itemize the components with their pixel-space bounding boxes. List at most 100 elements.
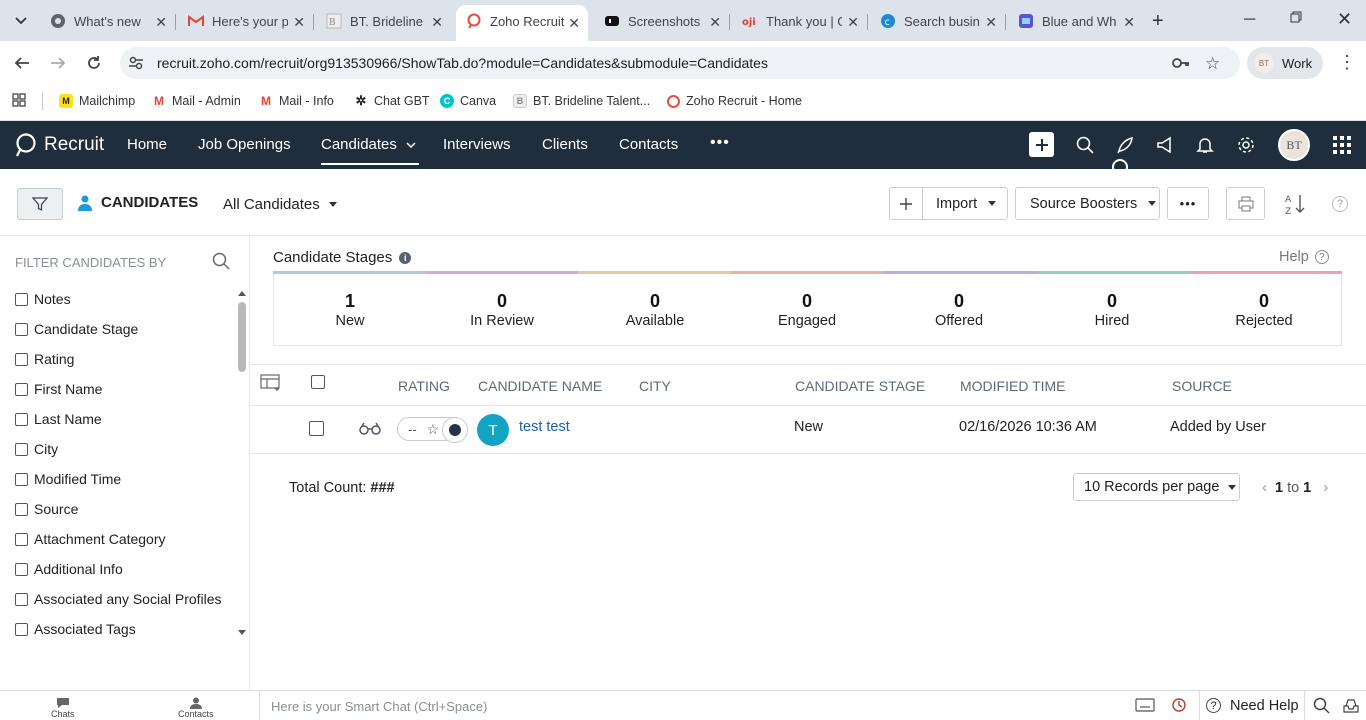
- status-dot-icon[interactable]: [442, 417, 468, 443]
- sidebar-scrollbar[interactable]: [236, 288, 248, 640]
- column-candidate-name[interactable]: CANDIDATE NAME: [478, 378, 602, 394]
- smart-chat-input[interactable]: Here is your Smart Chat (Ctrl+Space): [271, 699, 487, 714]
- filter-item[interactable]: Notes: [15, 290, 71, 308]
- column-settings-icon[interactable]: [260, 373, 282, 391]
- stage-new[interactable]: 1 New: [290, 291, 410, 329]
- url-text[interactable]: recruit.zoho.com/recruit/org913530966/Sh…: [157, 55, 768, 71]
- filter-item[interactable]: Associated any Social Profiles: [15, 590, 222, 608]
- checkbox[interactable]: [15, 322, 28, 336]
- checkbox[interactable]: [15, 532, 28, 546]
- filter-item[interactable]: City: [15, 440, 58, 458]
- close-icon[interactable]: ✕: [155, 14, 167, 31]
- chats-button[interactable]: Chats: [51, 697, 75, 719]
- close-icon[interactable]: ✕: [293, 14, 305, 31]
- stage-engaged[interactable]: 0 Engaged: [747, 291, 867, 329]
- new-tab-button[interactable]: +: [1152, 10, 1164, 33]
- user-avatar[interactable]: BT: [1278, 129, 1310, 161]
- bell-icon[interactable]: [1195, 135, 1215, 155]
- forward-button[interactable]: [47, 52, 69, 74]
- bookmark-chat-gbt[interactable]: ✲ Chat GBT: [354, 92, 430, 110]
- close-icon[interactable]: ✕: [847, 14, 859, 31]
- filter-item[interactable]: Modified Time: [15, 470, 121, 488]
- nav-interviews[interactable]: Interviews: [443, 136, 511, 153]
- column-city[interactable]: CITY: [639, 378, 671, 394]
- filter-search-icon[interactable]: [212, 252, 230, 270]
- nav-more-icon[interactable]: •••: [710, 134, 730, 152]
- help-question-icon[interactable]: ?: [1332, 196, 1348, 212]
- restore-button[interactable]: [1290, 11, 1302, 23]
- announcement-icon[interactable]: [1155, 135, 1175, 155]
- nav-home[interactable]: Home: [127, 136, 167, 153]
- footer-search-icon[interactable]: [1313, 697, 1330, 714]
- browser-menu-icon[interactable]: ⋮: [1338, 53, 1356, 71]
- filter-item[interactable]: Additional Info: [15, 560, 123, 578]
- binoculars-icon[interactable]: [359, 422, 381, 436]
- browser-tab[interactable]: B BT. Brideline ✕: [316, 6, 451, 36]
- nav-contacts[interactable]: Contacts: [619, 136, 678, 153]
- browser-tab[interactable]: What's new ✕: [40, 6, 176, 36]
- checkbox[interactable]: [15, 352, 28, 366]
- info-icon[interactable]: i: [399, 251, 412, 264]
- footer-tray-icon[interactable]: [1343, 698, 1359, 713]
- stage-offered[interactable]: 0 Offered: [899, 291, 1019, 329]
- records-per-page-select[interactable]: 10 Records per page: [1073, 473, 1240, 501]
- column-source[interactable]: SOURCE: [1172, 378, 1232, 394]
- browser-tab[interactable]: oji Thank you | G ✕: [732, 6, 868, 36]
- checkbox[interactable]: [15, 502, 28, 516]
- star-icon[interactable]: ☆: [427, 421, 440, 438]
- bookmark-canva[interactable]: C Canva: [440, 92, 496, 110]
- filter-item[interactable]: Candidate Stage: [15, 320, 138, 338]
- close-icon[interactable]: ✕: [431, 14, 443, 31]
- candidate-name-link[interactable]: test test: [519, 419, 570, 435]
- nav-candidates[interactable]: Candidates: [321, 136, 419, 165]
- bookmark-star-icon[interactable]: ☆: [1205, 54, 1220, 74]
- filter-item[interactable]: Attachment Category: [15, 530, 166, 548]
- stage-available[interactable]: 0 Available: [595, 291, 715, 329]
- browser-tab[interactable]: c Search busin ✕: [870, 6, 1006, 36]
- filter-item[interactable]: First Name: [15, 380, 102, 398]
- history-icon[interactable]: [1171, 697, 1187, 713]
- create-button[interactable]: [890, 188, 923, 219]
- print-button[interactable]: [1226, 187, 1265, 220]
- checkbox[interactable]: [15, 562, 28, 576]
- close-icon[interactable]: ✕: [709, 14, 721, 31]
- tab-search-button[interactable]: [12, 12, 30, 30]
- stage-hired[interactable]: 0 Hired: [1052, 291, 1172, 329]
- close-icon[interactable]: ✕: [1123, 14, 1135, 31]
- profile-button[interactable]: BT Work: [1247, 47, 1323, 79]
- bookmark-mailchimp[interactable]: M Mailchimp: [59, 92, 135, 110]
- checkbox[interactable]: [15, 292, 28, 306]
- row-checkbox[interactable]: [309, 421, 324, 436]
- source-boosters-button[interactable]: Source Boosters: [1015, 187, 1160, 220]
- checkbox[interactable]: [15, 442, 28, 456]
- contacts-button[interactable]: Contacts: [178, 697, 214, 719]
- close-window-button[interactable]: ✕: [1337, 9, 1352, 30]
- need-help-button[interactable]: ? Need Help: [1199, 691, 1305, 720]
- next-page-icon[interactable]: ›: [1323, 479, 1328, 496]
- back-button[interactable]: [11, 52, 33, 74]
- browser-tab[interactable]: Screenshots ✕: [594, 6, 730, 36]
- browser-tab-active[interactable]: Zoho Recruit ✕: [456, 5, 588, 41]
- keyboard-icon[interactable]: [1135, 697, 1155, 713]
- browser-tab[interactable]: Here's your p ✕: [178, 6, 314, 36]
- nav-clients[interactable]: Clients: [542, 136, 588, 153]
- checkbox[interactable]: [15, 412, 28, 426]
- search-icon[interactable]: [1075, 135, 1095, 155]
- checkbox[interactable]: [15, 592, 28, 606]
- view-selector[interactable]: All Candidates: [223, 196, 337, 213]
- close-icon[interactable]: ✕: [985, 14, 997, 31]
- reload-button[interactable]: [83, 52, 105, 74]
- sort-az-icon[interactable]: AZ: [1285, 193, 1307, 215]
- recruit-logo[interactable]: Recruit: [14, 132, 104, 158]
- filter-item[interactable]: Last Name: [15, 410, 102, 428]
- help-link[interactable]: Help ?: [1279, 249, 1329, 265]
- column-candidate-stage[interactable]: CANDIDATE STAGE: [795, 378, 925, 394]
- stage-in-review[interactable]: 0 In Review: [442, 291, 562, 329]
- apps-grid-icon[interactable]: [12, 93, 26, 107]
- minimize-button[interactable]: ─: [1244, 11, 1255, 29]
- filter-item[interactable]: Associated Tags: [15, 620, 136, 638]
- filter-toggle-button[interactable]: [17, 188, 63, 220]
- import-button[interactable]: Import: [923, 196, 997, 212]
- previous-page-icon[interactable]: ‹: [1262, 479, 1267, 496]
- quick-create-button[interactable]: [1029, 132, 1054, 157]
